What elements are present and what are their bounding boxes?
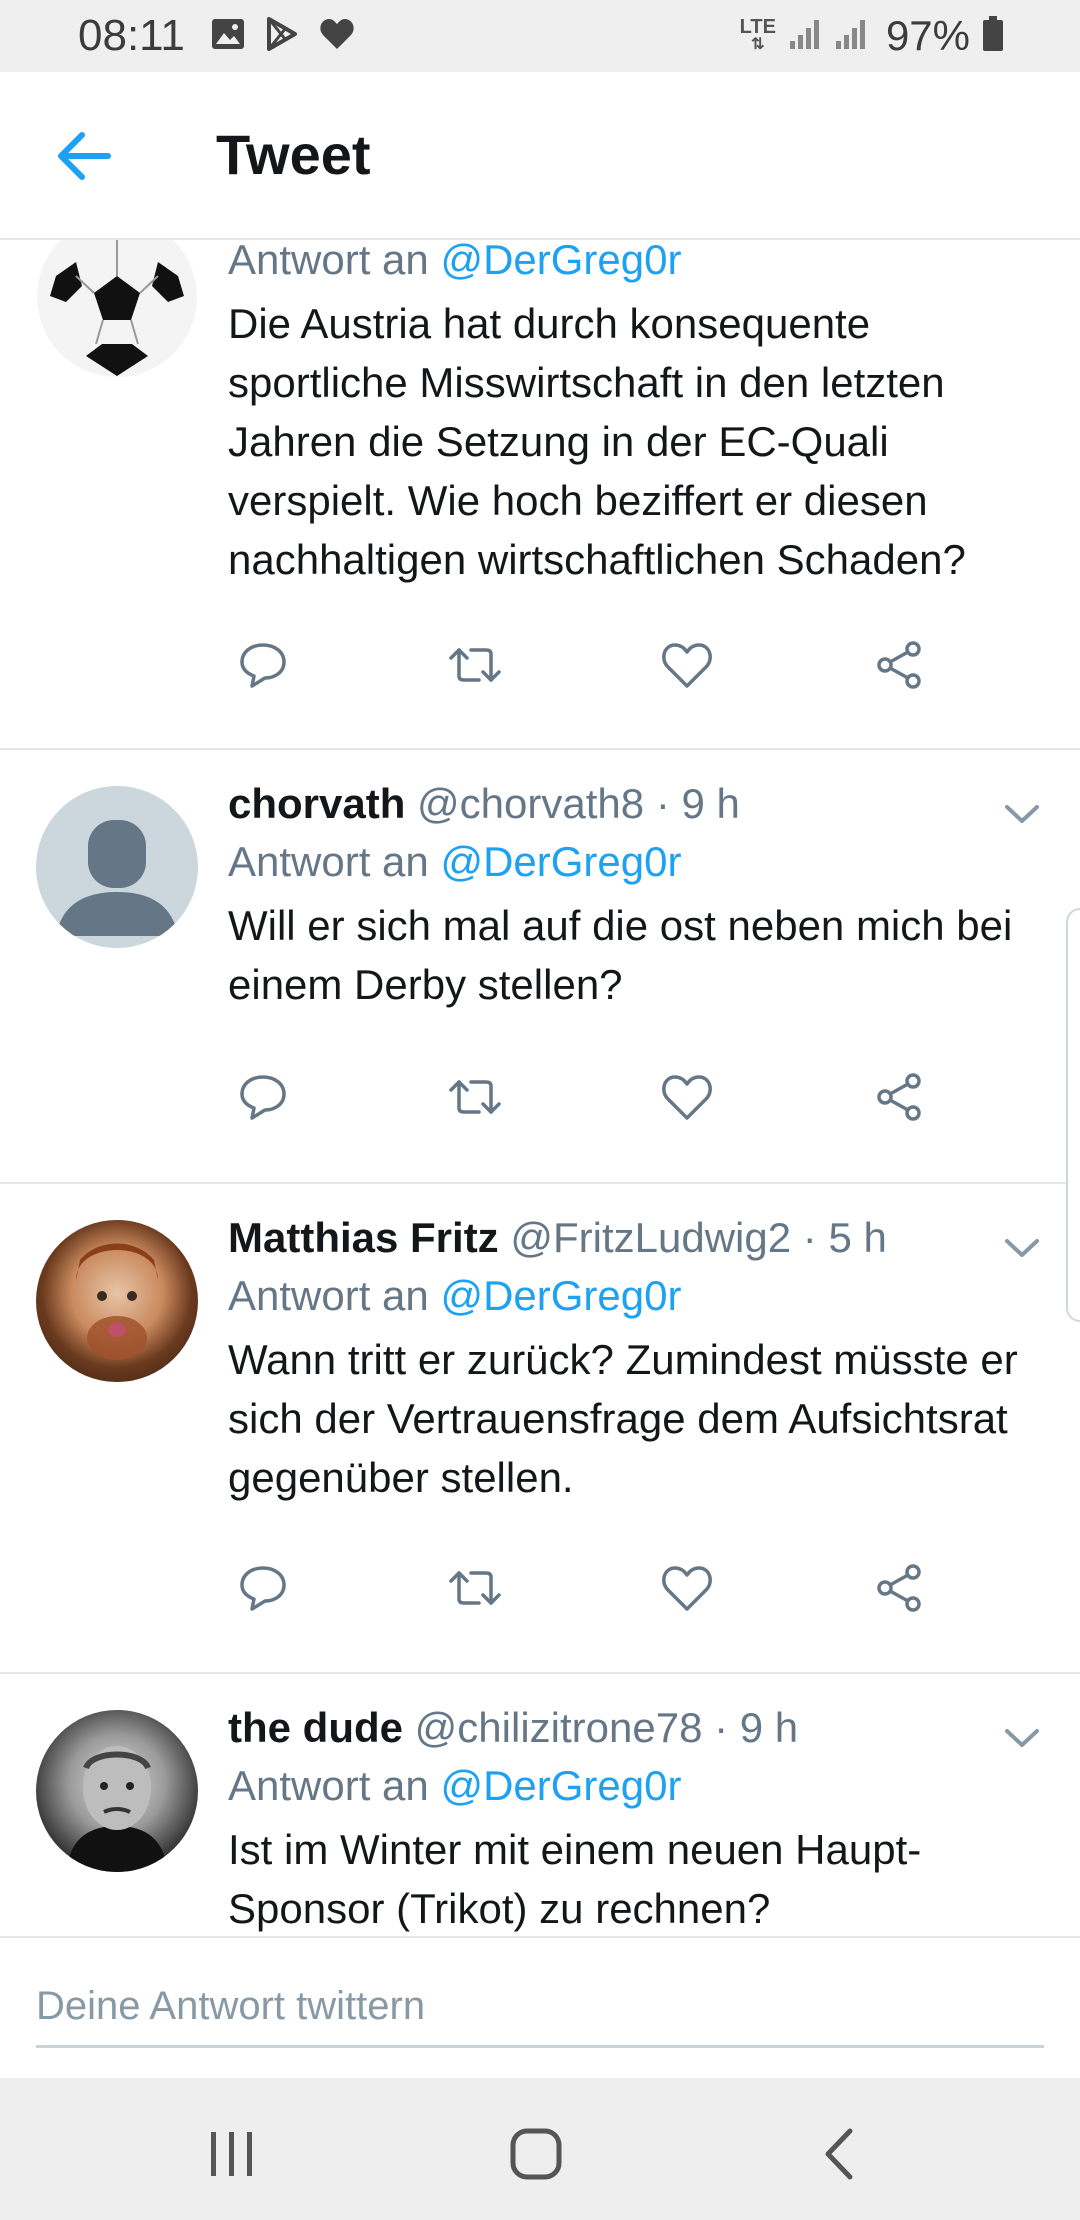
arrow-left-icon <box>58 132 111 180</box>
retweet-button[interactable] <box>440 1062 510 1132</box>
photo-avatar[interactable] <box>36 1710 198 1872</box>
retweet-button[interactable] <box>440 630 510 700</box>
tweet-menu-button[interactable] <box>1002 1718 1042 1758</box>
tweet-text: Ist im Winter mit einem neuen Haupt-Spon… <box>228 1826 922 1932</box>
signal-icon <box>788 17 822 56</box>
chevron-down-icon <box>1005 805 1039 823</box>
reply-to-link[interactable]: @DerGreg0r <box>440 1762 681 1809</box>
reply-compose-bar <box>0 1936 1080 2078</box>
retweet-icon <box>449 648 501 682</box>
tweet-item[interactable]: the dude @chilizitrone78 · 9 h Antwort a… <box>0 1674 1080 1936</box>
tweet-item[interactable]: Matthias Fritz @FritzLudwig2 · 5 h Antwo… <box>0 1184 1080 1674</box>
reply-context: Antwort an @DerGreg0r <box>228 1272 682 1319</box>
app-screen: 08:11 LTE ⇅ 97% Tweet Antwort an @DerGre… <box>0 0 1080 2220</box>
tweet-menu-button[interactable] <box>1002 794 1042 834</box>
default-profile-avatar[interactable] <box>36 786 198 948</box>
home-icon <box>510 2128 562 2180</box>
user-name[interactable]: the dude <box>228 1704 403 1751</box>
battery-percent: 97% <box>885 12 970 59</box>
tweet-item[interactable]: Antwort an @DerGreg0r Die Austria hat du… <box>0 240 1080 750</box>
user-handle[interactable]: @FritzLudwig2 <box>510 1214 791 1261</box>
reply-button[interactable] <box>228 630 298 700</box>
recents-button[interactable] <box>192 2114 272 2194</box>
reply-button[interactable] <box>228 1062 298 1132</box>
reply-context: Antwort an @DerGreg0r <box>228 1762 682 1809</box>
share-button[interactable] <box>864 630 934 700</box>
retweet-button[interactable] <box>440 1553 510 1623</box>
network-type: LTE ⇅ <box>739 16 776 53</box>
tweet-time: 5 h <box>828 1214 887 1261</box>
chevron-down-icon <box>1005 1239 1039 1257</box>
reply-to-link[interactable]: @DerGreg0r <box>440 1272 681 1319</box>
tweet-text: Will er sich mal auf die ost neben mich … <box>228 902 1013 1008</box>
app-bar: Tweet <box>0 72 1080 240</box>
share-icon <box>877 1564 921 1612</box>
tweet-text: Wann tritt er zurück? Zumindest müsste e… <box>228 1336 1018 1501</box>
tweet-actions <box>228 1062 968 1132</box>
retweet-icon <box>449 1080 501 1114</box>
like-icon <box>662 1075 712 1120</box>
like-button[interactable] <box>652 1553 722 1623</box>
tweet-header: Matthias Fritz @FritzLudwig2 · 5 h <box>228 1214 887 1261</box>
status-notification-icons <box>211 16 355 56</box>
heart-icon <box>319 18 355 55</box>
chevron-down-icon <box>1005 1729 1039 1747</box>
like-button[interactable] <box>652 630 722 700</box>
home-button[interactable] <box>496 2114 576 2194</box>
back-button[interactable] <box>52 124 116 188</box>
photo-avatar[interactable] <box>36 1220 198 1382</box>
system-nav-bar <box>0 2078 1080 2220</box>
status-time: 08:11 <box>78 11 185 60</box>
image-icon <box>211 18 245 55</box>
signal-icon-2 <box>834 17 868 56</box>
like-icon <box>662 643 712 688</box>
tweet-time: 9 h <box>739 1704 799 1751</box>
share-icon <box>877 1073 921 1121</box>
page-title: Tweet <box>216 123 371 186</box>
tweet-actions <box>228 630 968 700</box>
back-icon <box>825 2128 853 2180</box>
like-icon <box>662 1566 712 1611</box>
reply-context: Antwort an @DerGreg0r <box>228 838 682 885</box>
user-name[interactable]: chorvath <box>228 780 405 827</box>
tweet-text: Die Austria hat durch konsequente sportl… <box>228 300 966 583</box>
battery-icon <box>982 15 1004 57</box>
play-store-icon <box>265 16 299 56</box>
user-handle[interactable]: @chorvath8 <box>417 780 644 827</box>
reply-input[interactable] <box>36 1968 1044 2048</box>
reply-icon <box>240 643 286 688</box>
scroll-indicator[interactable] <box>1066 908 1080 1322</box>
reply-to-link[interactable]: @DerGreg0r <box>440 240 681 283</box>
share-icon <box>877 641 921 689</box>
like-button[interactable] <box>652 1062 722 1132</box>
reply-button[interactable] <box>228 1553 298 1623</box>
user-name[interactable]: Matthias Fritz <box>228 1214 499 1261</box>
reply-list[interactable]: Antwort an @DerGreg0r Die Austria hat du… <box>0 240 1080 1936</box>
reply-icon <box>240 1566 286 1611</box>
reply-icon <box>240 1075 286 1120</box>
soccer-ball-avatar[interactable] <box>36 240 198 378</box>
status-bar: 08:11 LTE ⇅ 97% <box>0 0 1080 72</box>
tweet-menu-button[interactable] <box>1002 1228 1042 1268</box>
tweet-time: 9 h <box>681 780 740 827</box>
retweet-icon <box>449 1571 501 1605</box>
recents-icon <box>211 2132 252 2176</box>
tweet-actions <box>228 1553 968 1623</box>
share-button[interactable] <box>864 1553 934 1623</box>
system-back-button[interactable] <box>800 2114 880 2194</box>
share-button[interactable] <box>864 1062 934 1132</box>
tweet-header: the dude @chilizitrone78 · 9 h <box>228 1704 799 1751</box>
status-system-icons: LTE ⇅ 97% <box>740 0 1004 72</box>
tweet-header: chorvath @chorvath8 · 9 h <box>228 780 740 827</box>
reply-context: Antwort an @DerGreg0r <box>228 240 1040 290</box>
user-handle[interactable]: @chilizitrone78 <box>415 1704 703 1751</box>
tweet-item[interactable]: chorvath @chorvath8 · 9 h Antwort an @De… <box>0 750 1080 1184</box>
reply-to-link[interactable]: @DerGreg0r <box>440 838 681 885</box>
